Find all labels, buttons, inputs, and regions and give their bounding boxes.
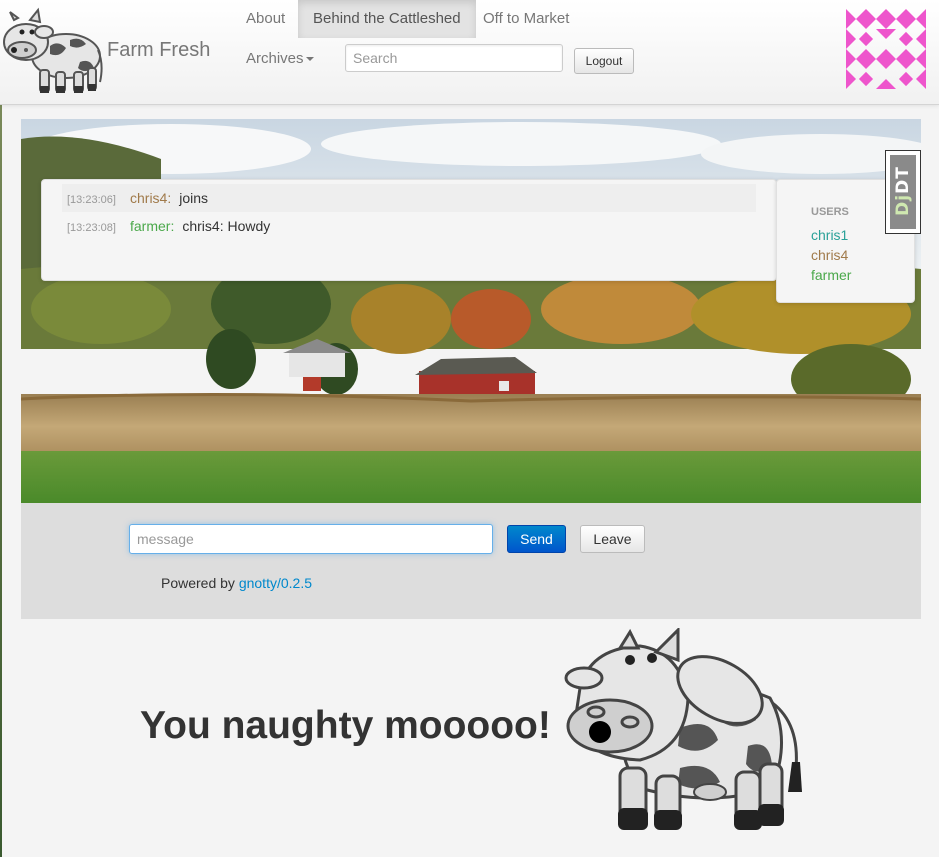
message-timestamp: [13:23:06] bbox=[67, 194, 116, 206]
message-text: chris4: Howdy bbox=[182, 218, 271, 234]
chat-log: [13:23:06] chris4: joins [13:23:08] farmer:… bbox=[41, 179, 777, 281]
chat-message: [13:23:08] farmer: chris4: Howdy bbox=[62, 212, 270, 240]
users-heading: USERS bbox=[811, 206, 849, 218]
user-item-chris1[interactable]: chris1 bbox=[811, 227, 848, 243]
message-text: joins bbox=[179, 190, 209, 206]
message-timestamp: [13:23:08] bbox=[67, 222, 116, 234]
powered-by-label: Powered by bbox=[161, 575, 235, 591]
archives-dropdown[interactable]: Archives bbox=[246, 50, 314, 67]
archives-label: Archives bbox=[246, 50, 304, 67]
error-heading: You naughty mooooo! bbox=[140, 704, 551, 747]
django-debug-toolbar-handle[interactable]: DjDT bbox=[885, 150, 921, 234]
chat-composer bbox=[21, 503, 921, 619]
gnotty-link[interactable]: gnotty/0.2.5 bbox=[239, 575, 312, 591]
message-input[interactable] bbox=[129, 524, 493, 554]
user-item-chris4[interactable]: chris4 bbox=[811, 247, 848, 263]
djdt-tab: DjDT bbox=[890, 155, 916, 229]
send-button[interactable]: Send bbox=[507, 525, 566, 553]
leave-button[interactable]: Leave bbox=[580, 525, 645, 553]
logout-button[interactable]: Logout bbox=[574, 48, 634, 74]
background-strip bbox=[0, 104, 2, 857]
cow-illustration-icon bbox=[564, 628, 802, 830]
brand-name[interactable]: Farm Fresh bbox=[107, 39, 210, 62]
navbar: Farm Fresh About Behind the Cattleshed O… bbox=[0, 0, 939, 105]
message-nick[interactable]: chris4: bbox=[130, 184, 171, 212]
nav-behind-the-cattleshed[interactable]: Behind the Cattleshed bbox=[298, 0, 476, 38]
djdt-label: DjDT bbox=[893, 166, 913, 216]
farm-landscape-image bbox=[21, 119, 921, 503]
user-item-farmer[interactable]: farmer bbox=[811, 267, 851, 283]
nav-about[interactable]: About bbox=[231, 0, 300, 38]
nav-off-to-market[interactable]: Off to Market bbox=[468, 0, 584, 38]
caret-down-icon bbox=[305, 57, 314, 62]
search-input[interactable] bbox=[345, 44, 563, 72]
chat-message: [13:23:06] chris4: joins bbox=[62, 184, 756, 212]
cow-logo-icon[interactable] bbox=[0, 6, 104, 98]
identicon-avatar[interactable] bbox=[846, 9, 926, 89]
powered-by: Powered by gnotty/0.2.5 bbox=[161, 575, 312, 591]
message-nick[interactable]: farmer: bbox=[130, 212, 174, 240]
